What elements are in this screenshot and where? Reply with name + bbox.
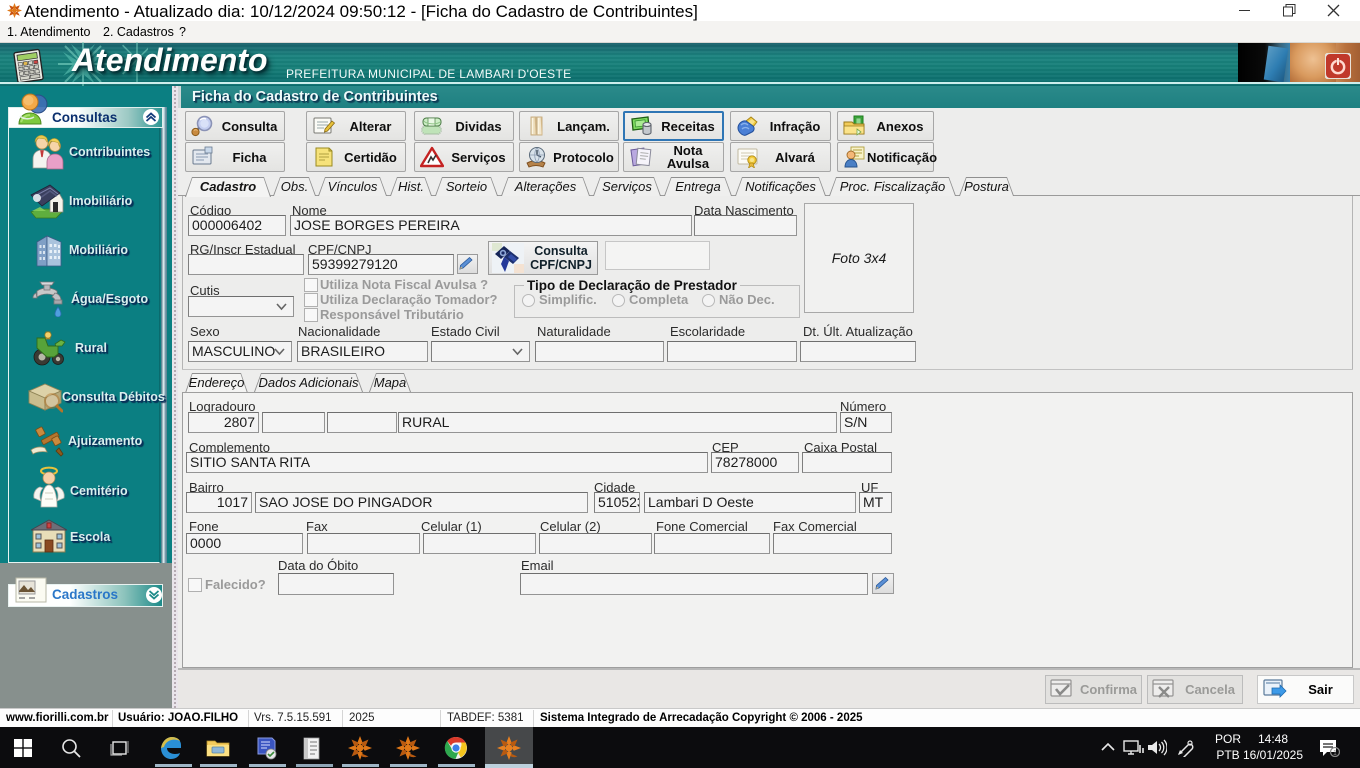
svg-text:1: 1 [1333, 750, 1337, 757]
